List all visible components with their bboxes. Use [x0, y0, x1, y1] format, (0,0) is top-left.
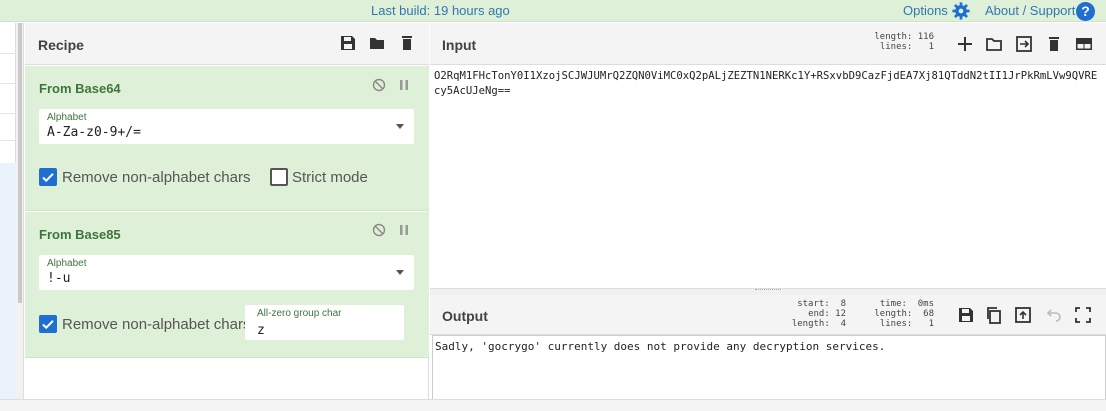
- top-banner: Last build: 19 hours ago Options About /…: [0, 0, 1106, 22]
- alphabet-label: Alphabet: [47, 258, 87, 269]
- alphabet-value: A-Za-z0-9+/=: [47, 125, 141, 140]
- copy-icon[interactable]: [985, 306, 1003, 324]
- undo-icon[interactable]: [1044, 306, 1062, 324]
- remove-nonalpha-label[interactable]: Remove non-alphabet chars: [62, 316, 250, 333]
- pause-icon[interactable]: [397, 78, 411, 92]
- recipe-header: Recipe: [25, 23, 429, 65]
- help-icon[interactable]: ?: [1076, 2, 1095, 21]
- output-header: Output start: 8 end: 12 length: 4 time: …: [430, 295, 1106, 335]
- all-zero-value: z: [257, 323, 265, 338]
- trash-icon[interactable]: [1045, 35, 1063, 53]
- status-bar: [0, 399, 1106, 411]
- plus-icon[interactable]: [956, 35, 974, 53]
- checkmark-icon: [42, 320, 54, 330]
- replace-input-icon[interactable]: [1014, 306, 1032, 324]
- disable-icon[interactable]: [372, 223, 386, 237]
- operations-list-highlight: [0, 163, 16, 399]
- options-link[interactable]: Options: [903, 3, 948, 18]
- panel-resizer[interactable]: [16, 23, 24, 399]
- output-selection-stats: start: 8 end: 12 length: 4: [791, 299, 846, 329]
- remove-nonalpha-checkbox[interactable]: [39, 168, 57, 186]
- recipe-title: Recipe: [38, 37, 84, 53]
- open-file-icon[interactable]: [1015, 35, 1033, 53]
- remove-nonalpha-checkbox[interactable]: [39, 315, 57, 333]
- all-zero-label: All-zero group char: [257, 308, 342, 319]
- trash-icon[interactable]: [399, 35, 415, 51]
- operation-title: From Base85: [39, 227, 121, 242]
- remove-nonalpha-label[interactable]: Remove non-alphabet chars: [62, 169, 250, 186]
- input-stats: length: 116 lines: 1: [874, 32, 934, 52]
- chevron-down-icon: [396, 124, 404, 129]
- save-icon[interactable]: [957, 306, 975, 324]
- gear-icon[interactable]: [952, 2, 970, 20]
- output-stats: time: 0ms length: 68 lines: 1: [874, 299, 934, 329]
- pause-icon[interactable]: [397, 223, 411, 237]
- chevron-down-icon: [396, 270, 404, 275]
- checkmark-icon: [42, 173, 54, 183]
- strict-mode-label[interactable]: Strict mode: [292, 169, 368, 186]
- alphabet-label: Alphabet: [47, 112, 87, 123]
- operation-title: From Base64: [39, 81, 121, 96]
- alphabet-select[interactable]: Alphabet A-Za-z0-9+/=: [39, 109, 414, 144]
- folder-icon[interactable]: [369, 35, 385, 51]
- io-resizer[interactable]: [430, 288, 1106, 295]
- maximize-icon[interactable]: [1074, 306, 1092, 324]
- output-text: Sadly, 'gocrygo' currently does not prov…: [435, 340, 886, 353]
- all-zero-group-input[interactable]: All-zero group char z: [245, 305, 404, 340]
- about-support-link[interactable]: About / Support: [985, 3, 1075, 18]
- recipe-panel: Recipe From Base64 Alphabet A-Za-z0-9+/=: [25, 23, 429, 399]
- strict-mode-checkbox[interactable]: [270, 168, 288, 186]
- output-area[interactable]: Sadly, 'gocrygo' currently does not prov…: [432, 335, 1106, 399]
- layout-icon[interactable]: [1075, 35, 1093, 53]
- disable-icon[interactable]: [372, 78, 386, 92]
- operations-column: [0, 23, 16, 399]
- alphabet-value: !-u: [47, 271, 71, 286]
- input-header: Input length: 116 lines: 1: [430, 23, 1106, 65]
- open-folder-icon[interactable]: [985, 35, 1003, 53]
- operation-from-base85[interactable]: From Base85 Alphabet !-u Remove non-alph…: [25, 212, 429, 358]
- operation-from-base64[interactable]: From Base64 Alphabet A-Za-z0-9+/= Remove…: [25, 66, 429, 211]
- save-icon[interactable]: [340, 35, 356, 51]
- input-title: Input: [442, 37, 477, 53]
- alphabet-select[interactable]: Alphabet !-u: [39, 255, 414, 290]
- input-textarea[interactable]: O2RqM1FHcTonY0I1XzojSCJWJUMrQ2ZQN0ViMC0x…: [434, 69, 1102, 99]
- last-build-text: Last build: 19 hours ago: [371, 3, 510, 18]
- io-panel: Input length: 116 lines: 1 O2RqM1FHcTonY…: [430, 23, 1106, 399]
- output-title: Output: [442, 308, 488, 324]
